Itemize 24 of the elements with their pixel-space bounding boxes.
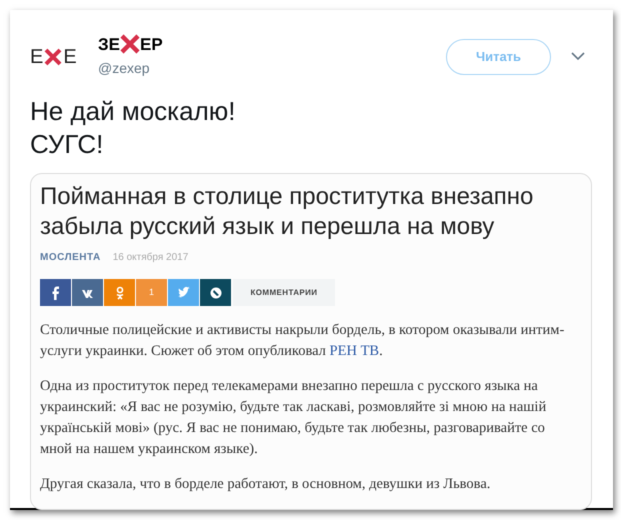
share-button[interactable] (40, 279, 71, 306)
cross-icon (120, 34, 140, 54)
article-link[interactable]: РЕН ТВ (330, 343, 380, 359)
avatar[interactable]: E E (30, 36, 86, 76)
display-name[interactable]: ЕР (140, 36, 163, 52)
article-title: Пойманная в столице проститутка внезапно забыла русский язык и перешла на мову (40, 182, 534, 242)
share-button[interactable] (72, 279, 103, 306)
tweet-text: Не дай москалю! (30, 95, 236, 128)
chevron-down-icon[interactable] (571, 52, 585, 61)
bird-icon (176, 286, 190, 300)
article-card[interactable] (30, 173, 592, 510)
article-date: 16 октября 2017 (112, 251, 188, 265)
tweet-text: СУГС! (30, 128, 104, 161)
user-handle[interactable]: @zexep (98, 58, 163, 79)
logo-letter: E (63, 44, 77, 70)
article-source[interactable]: МОСЛЕНТА (40, 250, 101, 265)
article-paragraph: Другая сказала, что в борделе работают, в основном, девушки из Львова. (40, 475, 492, 494)
share-button[interactable] (200, 279, 231, 306)
display-name[interactable]: ЗЕ (98, 36, 120, 52)
comments-button[interactable]: КОММЕНТАРИИ (233, 279, 335, 306)
logo-letter: E (30, 44, 44, 70)
cross-icon (44, 48, 62, 66)
article-paragraph: Столичные полицейские и активисты накрыли бордель, в котором оказывали интим-услуги украинки. Сюжет об этом опубликовал РЕН ТВ. (40, 321, 565, 361)
article-paragraph: Одна из проституток перед телекамерами внезапно перешла с русского языка на украинский: «Я вас не розумію, будьте так ласкаві, розмовляйте зі мною на нашій українській мові» (рус. Я вас не понимаю, будьте так любезны, разговаривайте со мной на нашем украинском языке). (40, 377, 548, 459)
